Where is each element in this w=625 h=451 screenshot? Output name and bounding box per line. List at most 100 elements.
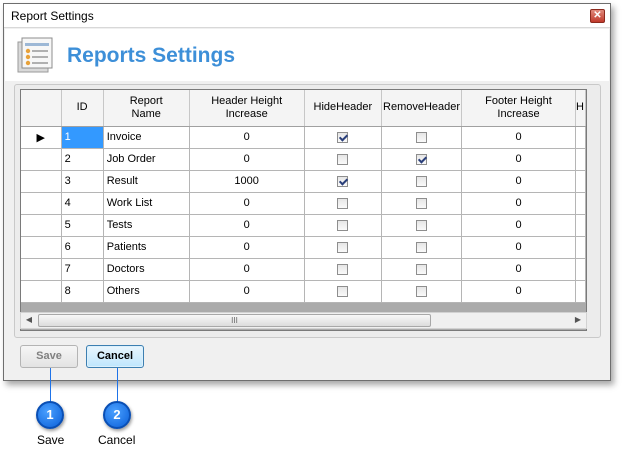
scroll-left-arrow-icon[interactable]: ◀ [22, 315, 36, 324]
hide-header-cell[interactable] [304, 126, 383, 149]
unchecked-checkbox[interactable] [416, 285, 428, 297]
partial-cell[interactable] [575, 126, 586, 149]
id-cell[interactable]: 3 [61, 170, 104, 193]
cancel-button[interactable]: Cancel [86, 345, 144, 368]
column-header-footer-height[interactable]: Footer Height Increase [461, 90, 576, 127]
row-header-cell[interactable]: ▶ [21, 126, 62, 149]
table-row[interactable]: 5 Tests 0 0 [21, 214, 586, 237]
unchecked-checkbox[interactable] [416, 263, 428, 275]
table-row[interactable]: 8 Others 0 0 [21, 280, 586, 303]
partial-cell[interactable] [575, 280, 586, 303]
footer-height-cell[interactable]: 0 [461, 280, 576, 303]
close-button[interactable]: ✕ [590, 9, 605, 23]
reports-data-grid[interactable]: ID Report Name Header Height Increase Hi… [20, 89, 587, 331]
footer-height-cell[interactable]: 0 [461, 148, 576, 171]
checked-checkbox[interactable] [337, 175, 349, 187]
table-row[interactable]: ▶ 1 Invoice 0 0 [21, 126, 586, 149]
partial-cell[interactable] [575, 236, 586, 259]
id-cell[interactable]: 6 [61, 236, 104, 259]
hide-header-cell[interactable] [304, 258, 383, 281]
header-height-cell[interactable]: 0 [189, 148, 305, 171]
checked-checkbox[interactable] [337, 131, 349, 143]
header-height-cell[interactable]: 0 [189, 280, 305, 303]
unchecked-checkbox[interactable] [416, 241, 428, 253]
header-height-cell[interactable]: 0 [189, 192, 305, 215]
footer-height-cell[interactable]: 0 [461, 192, 576, 215]
column-header-remove-header[interactable]: RemoveHeader [381, 90, 463, 127]
table-row[interactable]: 3 Result 1000 0 [21, 170, 586, 193]
scroll-thumb[interactable]: III [38, 314, 431, 327]
table-row[interactable]: 2 Job Order 0 0 [21, 148, 586, 171]
remove-header-cell[interactable] [381, 170, 463, 193]
report-name-cell[interactable]: Patients [103, 236, 190, 259]
column-header-id[interactable]: ID [61, 90, 104, 127]
unchecked-checkbox[interactable] [416, 219, 428, 231]
id-cell[interactable]: 1 [61, 126, 104, 149]
column-header-report-name[interactable]: Report Name [103, 90, 190, 127]
header-height-cell[interactable]: 0 [189, 236, 305, 259]
hide-header-cell[interactable] [304, 192, 383, 215]
unchecked-checkbox[interactable] [337, 263, 349, 275]
save-button[interactable]: Save [20, 345, 78, 368]
id-cell[interactable]: 5 [61, 214, 104, 237]
footer-height-cell[interactable]: 0 [461, 126, 576, 149]
row-header-cell[interactable] [21, 214, 62, 237]
unchecked-checkbox[interactable] [416, 175, 428, 187]
hide-header-cell[interactable] [304, 170, 383, 193]
id-cell[interactable]: 2 [61, 148, 104, 171]
remove-header-cell[interactable] [381, 258, 463, 281]
unchecked-checkbox[interactable] [337, 153, 349, 165]
header-height-cell[interactable]: 0 [189, 258, 305, 281]
unchecked-checkbox[interactable] [416, 197, 428, 209]
unchecked-checkbox[interactable] [337, 219, 349, 231]
report-name-cell[interactable]: Tests [103, 214, 190, 237]
row-header-cell[interactable] [21, 148, 62, 171]
partial-cell[interactable] [575, 192, 586, 215]
id-cell[interactable]: 8 [61, 280, 104, 303]
unchecked-checkbox[interactable] [416, 131, 428, 143]
header-height-cell[interactable]: 0 [189, 126, 305, 149]
row-header-cell[interactable] [21, 170, 62, 193]
unchecked-checkbox[interactable] [337, 197, 349, 209]
table-row[interactable]: 6 Patients 0 0 [21, 236, 586, 259]
remove-header-cell[interactable] [381, 236, 463, 259]
report-name-cell[interactable]: Result [103, 170, 190, 193]
header-height-cell[interactable]: 1000 [189, 170, 305, 193]
id-cell[interactable]: 7 [61, 258, 104, 281]
row-header-cell[interactable] [21, 258, 62, 281]
unchecked-checkbox[interactable] [337, 241, 349, 253]
unchecked-checkbox[interactable] [337, 285, 349, 297]
partial-cell[interactable] [575, 214, 586, 237]
report-name-cell[interactable]: Work List [103, 192, 190, 215]
column-header-header-height[interactable]: Header Height Increase [189, 90, 305, 127]
remove-header-cell[interactable] [381, 192, 463, 215]
row-header-cell[interactable] [21, 236, 62, 259]
scroll-right-arrow-icon[interactable]: ▶ [571, 315, 585, 324]
hide-header-cell[interactable] [304, 236, 383, 259]
report-name-cell[interactable]: Job Order [103, 148, 190, 171]
checked-checkbox[interactable] [416, 153, 428, 165]
report-name-cell[interactable]: Others [103, 280, 190, 303]
report-name-cell[interactable]: Doctors [103, 258, 190, 281]
footer-height-cell[interactable]: 0 [461, 236, 576, 259]
footer-height-cell[interactable]: 0 [461, 258, 576, 281]
hide-header-cell[interactable] [304, 214, 383, 237]
header-height-cell[interactable]: 0 [189, 214, 305, 237]
report-name-cell[interactable]: Invoice [103, 126, 190, 149]
remove-header-cell[interactable] [381, 148, 463, 171]
remove-header-cell[interactable] [381, 126, 463, 149]
partial-cell[interactable] [575, 148, 586, 171]
horizontal-scrollbar[interactable]: ◀ III ▶ [20, 312, 587, 329]
column-header-partial[interactable]: H [575, 90, 586, 127]
table-row[interactable]: 7 Doctors 0 0 [21, 258, 586, 281]
footer-height-cell[interactable]: 0 [461, 214, 576, 237]
remove-header-cell[interactable] [381, 214, 463, 237]
id-cell[interactable]: 4 [61, 192, 104, 215]
row-header-cell[interactable] [21, 280, 62, 303]
column-header-hide-header[interactable]: HideHeader [304, 90, 383, 127]
table-row[interactable]: 4 Work List 0 0 [21, 192, 586, 215]
hide-header-cell[interactable] [304, 148, 383, 171]
row-header-cell[interactable] [21, 192, 62, 215]
hide-header-cell[interactable] [304, 280, 383, 303]
partial-cell[interactable] [575, 258, 586, 281]
